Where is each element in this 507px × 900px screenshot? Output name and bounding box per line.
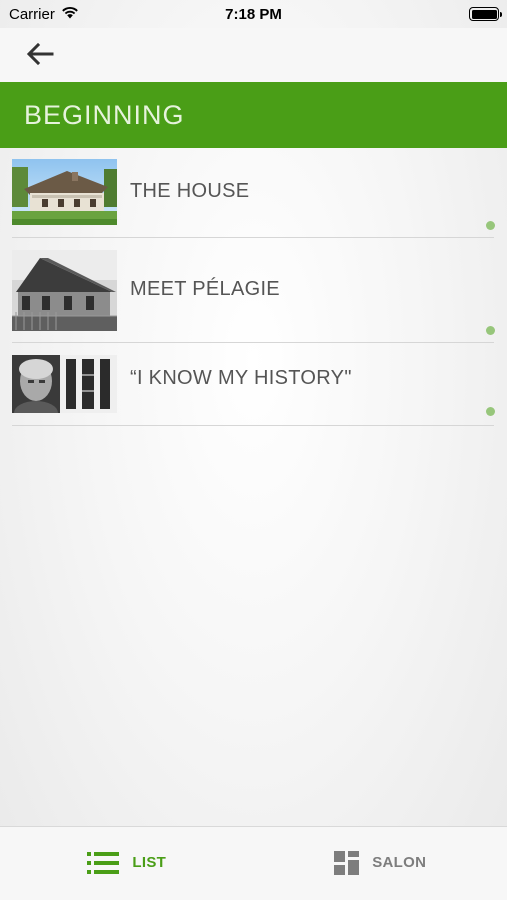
status-dot: [486, 326, 495, 335]
woman-portrait-photo: [12, 355, 117, 413]
house-photo: [12, 159, 117, 225]
item-title: THE HOUSE: [130, 180, 250, 202]
status-bar: Carrier 7:18 PM: [0, 0, 507, 28]
tab-salon-label: SALON: [372, 854, 427, 871]
status-dot: [486, 407, 495, 416]
tab-bar: LIST SALON: [0, 826, 507, 900]
tab-salon[interactable]: SALON: [254, 827, 507, 900]
list-item-the-house[interactable]: THE HOUSE: [12, 148, 495, 238]
list-icon: [87, 851, 120, 874]
list-item-meet-pelagie[interactable]: MEET PÉLAGIE: [12, 238, 495, 343]
section-title: BEGINNING: [24, 99, 185, 130]
status-dot: [486, 221, 495, 230]
grid-icon: [334, 850, 360, 875]
item-title: MEET PÉLAGIE: [130, 278, 280, 300]
section-header: BEGINNING: [0, 82, 507, 148]
item-title: “I KNOW MY HISTORY": [130, 367, 352, 389]
list-item-i-know-my-history[interactable]: “I KNOW MY HISTORY": [12, 343, 495, 426]
arrow-left-icon: [26, 43, 54, 65]
battery-icon: [469, 7, 502, 21]
nav-bar: [0, 28, 507, 82]
status-left: Carrier: [9, 5, 79, 23]
tab-list[interactable]: LIST: [0, 827, 254, 900]
historic-house-photo: [12, 250, 117, 331]
wifi-icon: [61, 5, 79, 23]
carrier-label: Carrier: [9, 5, 55, 23]
tab-list-label: LIST: [132, 854, 167, 871]
back-button[interactable]: [20, 38, 60, 70]
